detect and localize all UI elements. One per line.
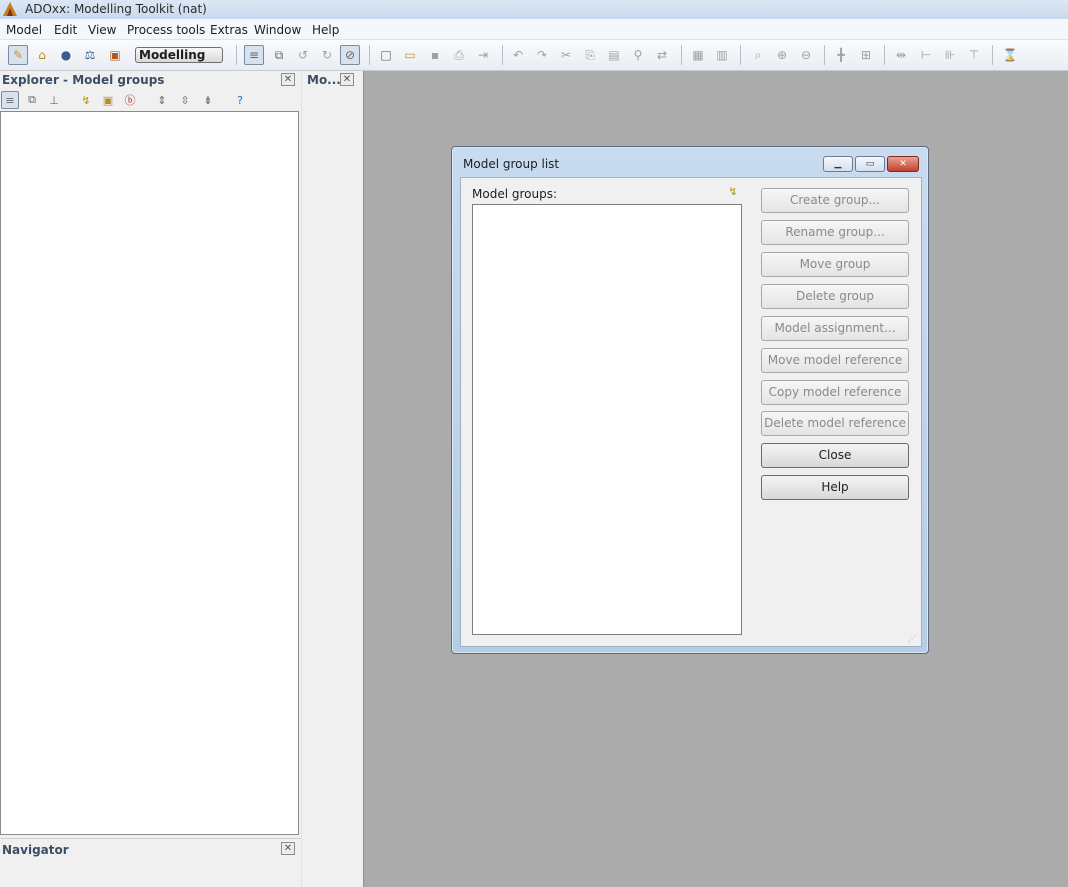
minimize-button[interactable]: ▁ <box>823 156 853 172</box>
model-panel-title: Mo... <box>307 73 341 87</box>
zoom-in-icon[interactable]: ⊕ <box>773 46 791 64</box>
expand-all-icon[interactable]: ⇕ <box>154 92 170 108</box>
menu-extras[interactable]: Extras <box>210 23 248 37</box>
navigator-icon[interactable]: ⊘ <box>340 45 360 65</box>
navigator-close-button[interactable]: ✕ <box>281 842 295 855</box>
resize-grip[interactable]: ⋰ <box>908 634 918 644</box>
delete-group-button[interactable]: Delete group <box>761 284 909 309</box>
table-icon[interactable]: ▥ <box>713 46 731 64</box>
redo-icon[interactable]: ↷ <box>533 46 551 64</box>
new-file-icon[interactable]: □ <box>377 46 395 64</box>
menu-view[interactable]: View <box>88 23 116 37</box>
explorer-tree[interactable] <box>0 111 299 835</box>
refresh-icon[interactable]: ↯ <box>78 92 94 108</box>
model-assignment-button[interactable]: Model assignment... <box>761 316 909 341</box>
forward-icon[interactable]: ↻ <box>318 46 336 64</box>
toolbar-separator <box>740 45 741 65</box>
app-logo-icon <box>3 2 17 16</box>
simulation-icon[interactable]: ⚖ <box>81 46 99 64</box>
model-list-icon[interactable]: ⧉ <box>24 92 40 108</box>
zoom-icon[interactable]: ⌕ <box>749 46 767 64</box>
zoom-out-icon[interactable]: ⊖ <box>797 46 815 64</box>
save-icon[interactable]: ▪ <box>426 46 444 64</box>
modelling-mode-icon[interactable]: ✎ <box>8 45 28 65</box>
help-icon[interactable]: ? <box>232 92 248 108</box>
model-group-list-dialog: Model group list ▁ ▭ ✕ Model groups: ↯ C… <box>451 146 929 654</box>
navigator-title: Navigator <box>2 843 69 857</box>
export-icon[interactable]: ⇥ <box>474 46 492 64</box>
toolbar-separator <box>236 45 237 65</box>
refresh-icon[interactable]: ↯ <box>725 185 741 199</box>
collapse-all-icon[interactable]: ⇳ <box>177 92 193 108</box>
database-icon[interactable]: ≡ <box>244 45 264 65</box>
explorer-toolbar: ≡ ⧉ ⊥ ↯ ▣ ⓑ ⇕ ⇳ ⇟ ? <box>0 90 301 111</box>
dialog-title: Model group list <box>463 157 560 171</box>
open-folder-icon[interactable]: ▭ <box>401 46 419 64</box>
explorer-close-button[interactable]: ✕ <box>281 73 295 86</box>
model-panel-close-button[interactable]: ✕ <box>340 73 354 86</box>
layout-grid-icon[interactable]: ⊞ <box>857 46 875 64</box>
toolbar-separator <box>369 45 370 65</box>
move-group-button[interactable]: Move group <box>761 252 909 277</box>
create-group-button[interactable]: Create group... <box>761 188 909 213</box>
paste-icon[interactable]: ▤ <box>605 46 623 64</box>
find-icon[interactable]: ⚲ <box>629 46 647 64</box>
main-toolbar: ✎ ⌂ ● ⚖ ▣ Modelling ≡ ⧉ ↺ ↻ ⊘ □ ▭ ▪ ⎙ ⇥ … <box>0 40 1068 71</box>
menu-bar: Model Edit View Process tools Extras Win… <box>0 19 1068 40</box>
align-middle-icon[interactable]: ⊪ <box>941 46 959 64</box>
tree-icon[interactable]: ⊥ <box>46 92 62 108</box>
expand-level-icon[interactable]: ⇟ <box>200 92 216 108</box>
maximize-button[interactable]: ▭ <box>855 156 885 172</box>
menu-window[interactable]: Window <box>254 23 301 37</box>
menu-model[interactable]: Model <box>6 23 42 37</box>
align-center-icon[interactable]: ╋ <box>832 46 850 64</box>
dialog-close-button[interactable]: ✕ <box>887 156 919 172</box>
model-panel: Mo... ✕ <box>301 71 363 887</box>
model-groups-label: Model groups: <box>472 187 557 201</box>
toolbar-separator <box>824 45 825 65</box>
script-icon[interactable]: ⌛ <box>1001 46 1019 64</box>
copy-model-reference-button[interactable]: Copy model reference <box>761 380 909 405</box>
open-model-icon[interactable]: ▣ <box>100 92 116 108</box>
model-info-icon[interactable]: ⓑ <box>122 92 138 108</box>
model-groups-icon[interactable]: ≡ <box>1 91 19 109</box>
window-title: ADOxx: Modelling Toolkit (nat) <box>25 2 207 16</box>
dialog-body: Model groups: ↯ Create group... Rename g… <box>460 177 922 647</box>
grid-icon[interactable]: ▦ <box>689 46 707 64</box>
move-model-reference-button[interactable]: Move model reference <box>761 348 909 373</box>
help-button[interactable]: Help <box>761 475 909 500</box>
cut-icon[interactable]: ✂ <box>557 46 575 64</box>
navigator-panel: Navigator ✕ <box>0 838 301 887</box>
toolbar-separator <box>681 45 682 65</box>
distribute-h-icon[interactable]: ⇹ <box>892 46 910 64</box>
rename-group-button[interactable]: Rename group... <box>761 220 909 245</box>
back-icon[interactable]: ↺ <box>294 46 312 64</box>
model-groups-list[interactable] <box>472 204 742 635</box>
menu-help[interactable]: Help <box>312 23 339 37</box>
menu-process-tools[interactable]: Process tools <box>127 23 205 37</box>
undo-icon[interactable]: ↶ <box>509 46 527 64</box>
print-icon[interactable]: ⎙ <box>450 46 468 64</box>
align-vertical-icon[interactable]: ⊤ <box>965 46 983 64</box>
windows-icon[interactable]: ⧉ <box>270 46 288 64</box>
window-titlebar: ADOxx: Modelling Toolkit (nat) <box>0 0 1068 19</box>
copy-icon[interactable]: ⎘ <box>581 46 599 64</box>
toolbar-separator <box>992 45 993 65</box>
delete-model-reference-button[interactable]: Delete model reference <box>761 411 909 436</box>
close-button[interactable]: Close <box>761 443 909 468</box>
toolbar-separator <box>884 45 885 65</box>
explorer-panel: Explorer - Model groups ✕ ≡ ⧉ ⊥ ↯ ▣ ⓑ ⇕ … <box>0 71 301 843</box>
toolbar-separator <box>502 45 503 65</box>
menu-edit[interactable]: Edit <box>54 23 77 37</box>
align-left-icon[interactable]: ⊢ <box>917 46 935 64</box>
replace-icon[interactable]: ⇄ <box>653 46 671 64</box>
hierarchy-icon[interactable]: ⌂ <box>33 46 51 64</box>
mode-selector[interactable]: Modelling <box>135 47 223 63</box>
evaluation-icon[interactable]: ▣ <box>106 46 124 64</box>
analysis-icon[interactable]: ● <box>57 46 75 64</box>
